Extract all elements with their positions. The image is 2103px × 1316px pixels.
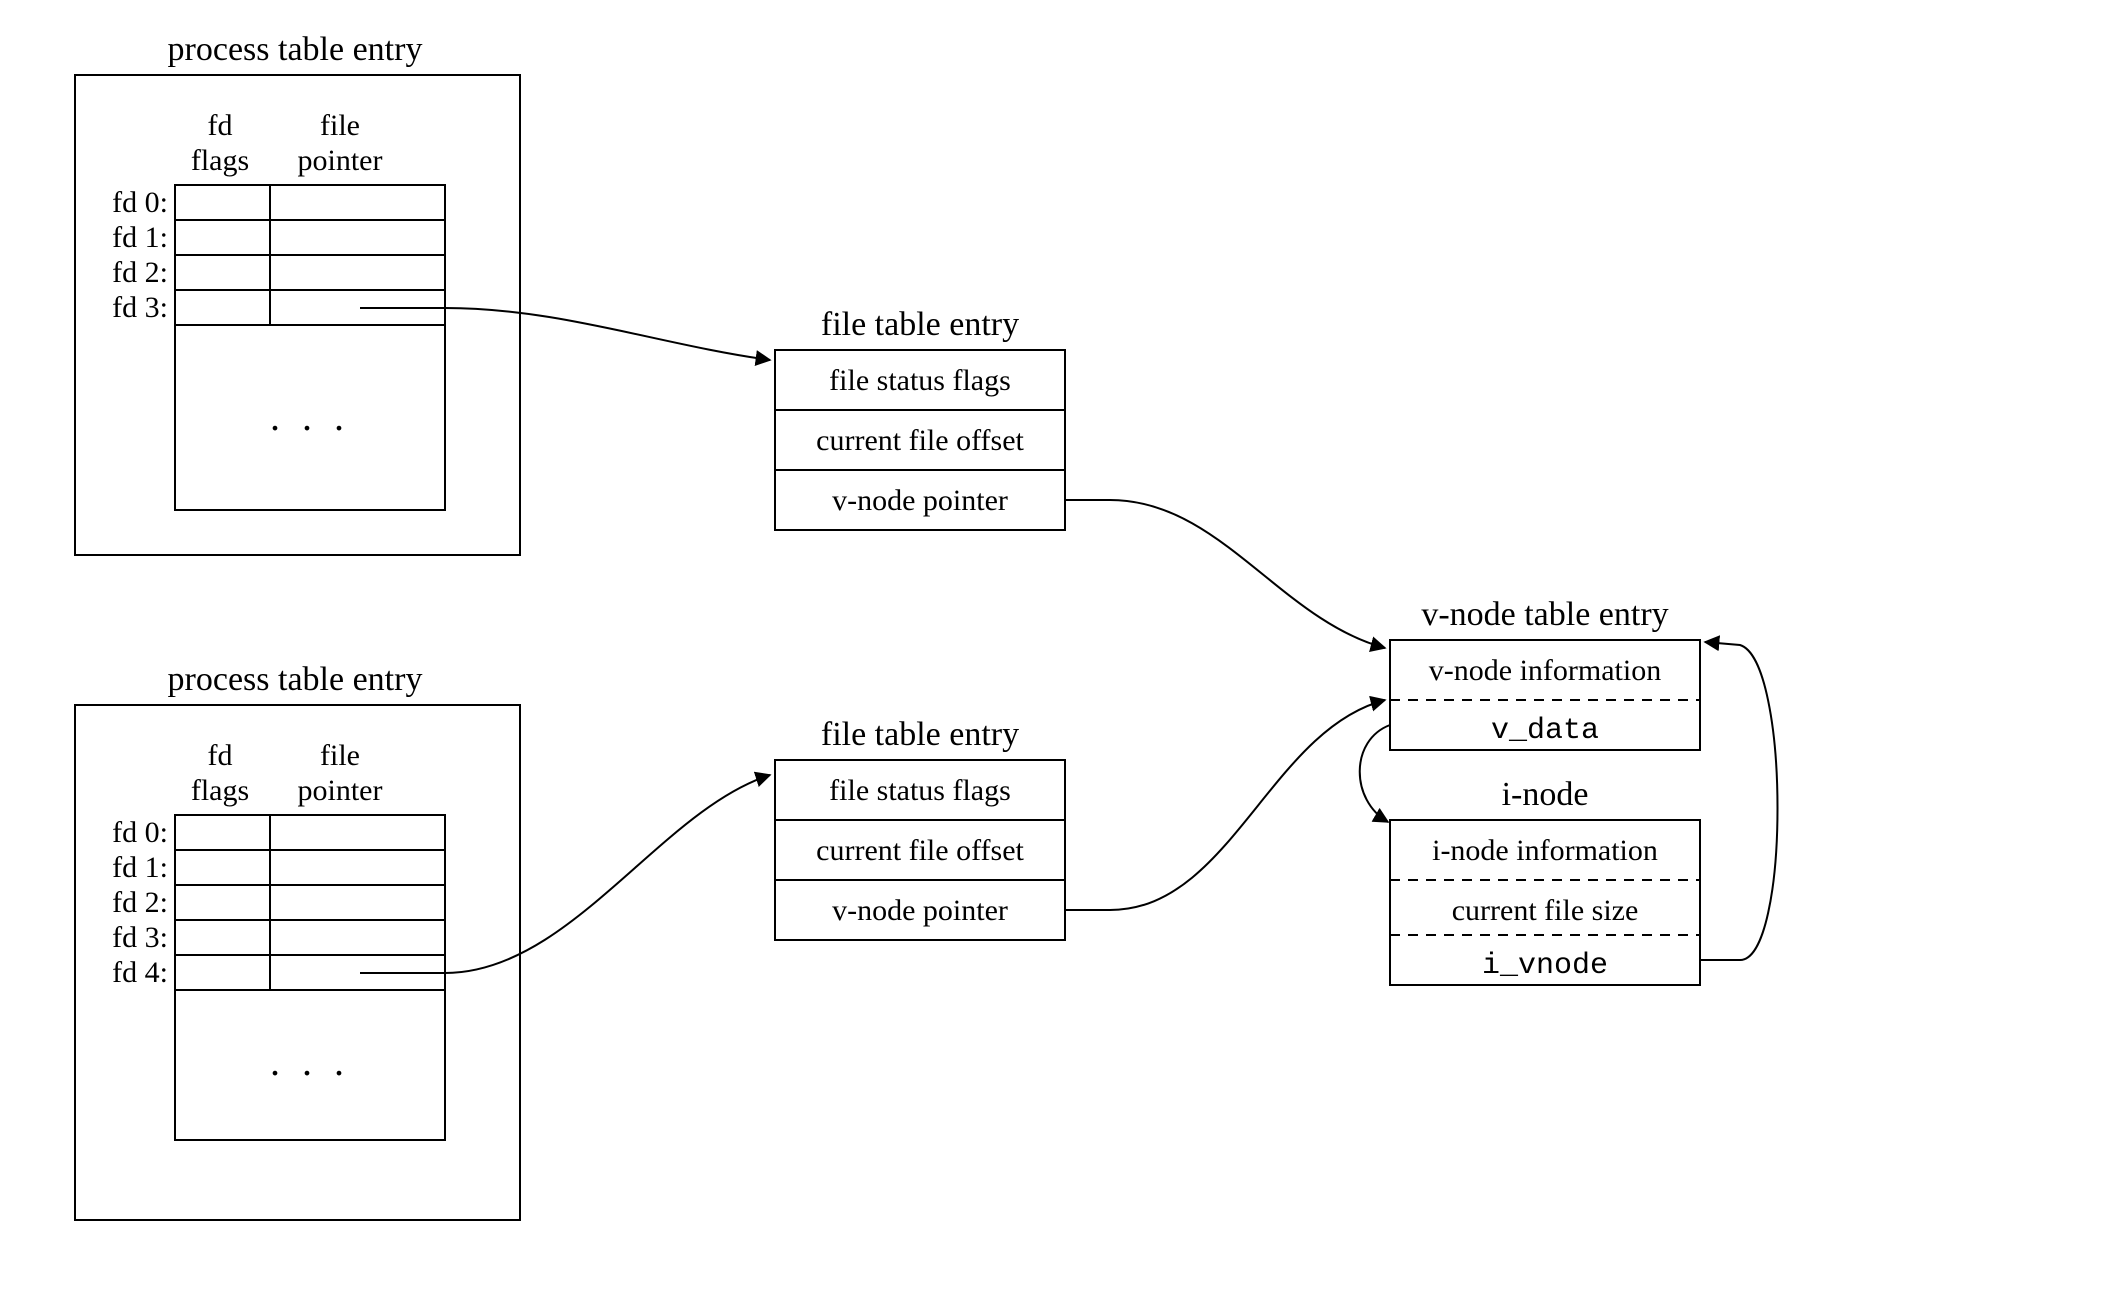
proc2-col2-top: file bbox=[320, 739, 360, 772]
proc1-col2-top: file bbox=[320, 109, 360, 142]
proc2-ellipsis: . . . bbox=[270, 1039, 350, 1084]
file2-r1: file status flags bbox=[829, 774, 1011, 807]
arrow-proc2-to-file2 bbox=[360, 775, 770, 973]
inode-table: i-node i-node information current file s… bbox=[1390, 776, 1700, 985]
proc1-row3: fd 3: bbox=[112, 291, 168, 324]
vnode-r2: v_data bbox=[1491, 714, 1599, 748]
proc1-row1: fd 1: bbox=[112, 221, 168, 254]
vnode-r1: v-node information bbox=[1429, 654, 1661, 687]
arrow-vdata-to-inode bbox=[1360, 725, 1390, 822]
vnode-table: v-node table entry v-node information v_… bbox=[1390, 596, 1700, 750]
proc2-fd-table bbox=[175, 815, 445, 1140]
file1-r3: v-node pointer bbox=[832, 484, 1008, 517]
file2-title: file table entry bbox=[821, 716, 1019, 753]
process-table-2: process table entry fd flags file pointe… bbox=[75, 661, 520, 1220]
proc2-row2: fd 2: bbox=[112, 886, 168, 919]
proc1-col1-top: fd bbox=[208, 109, 233, 142]
file-table-1: file table entry file status flags curre… bbox=[775, 306, 1065, 530]
proc1-fd-table bbox=[175, 185, 445, 510]
proc1-col1-bot: flags bbox=[191, 144, 249, 177]
proc1-title: process table entry bbox=[168, 31, 423, 68]
proc2-title: process table entry bbox=[168, 661, 423, 698]
arrow-file1-to-vnode bbox=[1065, 500, 1385, 648]
inode-title: i-node bbox=[1502, 776, 1589, 813]
arrow-file2-to-vnode bbox=[1065, 700, 1385, 910]
arrow-ivnode-to-vnode bbox=[1700, 642, 1778, 960]
file-table-2: file table entry file status flags curre… bbox=[775, 716, 1065, 940]
arrow-proc1-to-file1 bbox=[360, 308, 770, 360]
inode-r3: i_vnode bbox=[1482, 949, 1608, 983]
file1-r1: file status flags bbox=[829, 364, 1011, 397]
proc2-col2-bot: pointer bbox=[298, 774, 383, 807]
file1-r2: current file offset bbox=[816, 424, 1024, 457]
diagram-canvas: process table entry fd flags file pointe… bbox=[0, 0, 2103, 1316]
proc2-col1-bot: flags bbox=[191, 774, 249, 807]
file1-title: file table entry bbox=[821, 306, 1019, 343]
proc2-row3: fd 3: bbox=[112, 921, 168, 954]
inode-r1: i-node information bbox=[1432, 834, 1658, 867]
file2-r3: v-node pointer bbox=[832, 894, 1008, 927]
proc2-row0: fd 0: bbox=[112, 816, 168, 849]
process-table-1: process table entry fd flags file pointe… bbox=[75, 31, 520, 555]
proc1-ellipsis: . . . bbox=[270, 394, 350, 439]
file2-r2: current file offset bbox=[816, 834, 1024, 867]
proc1-row2: fd 2: bbox=[112, 256, 168, 289]
proc2-row1: fd 1: bbox=[112, 851, 168, 884]
inode-r2: current file size bbox=[1452, 894, 1639, 927]
proc2-row4: fd 4: bbox=[112, 956, 168, 989]
proc1-col2-bot: pointer bbox=[298, 144, 383, 177]
proc1-row0: fd 0: bbox=[112, 186, 168, 219]
proc2-col1-top: fd bbox=[208, 739, 233, 772]
vnode-title: v-node table entry bbox=[1421, 596, 1668, 633]
